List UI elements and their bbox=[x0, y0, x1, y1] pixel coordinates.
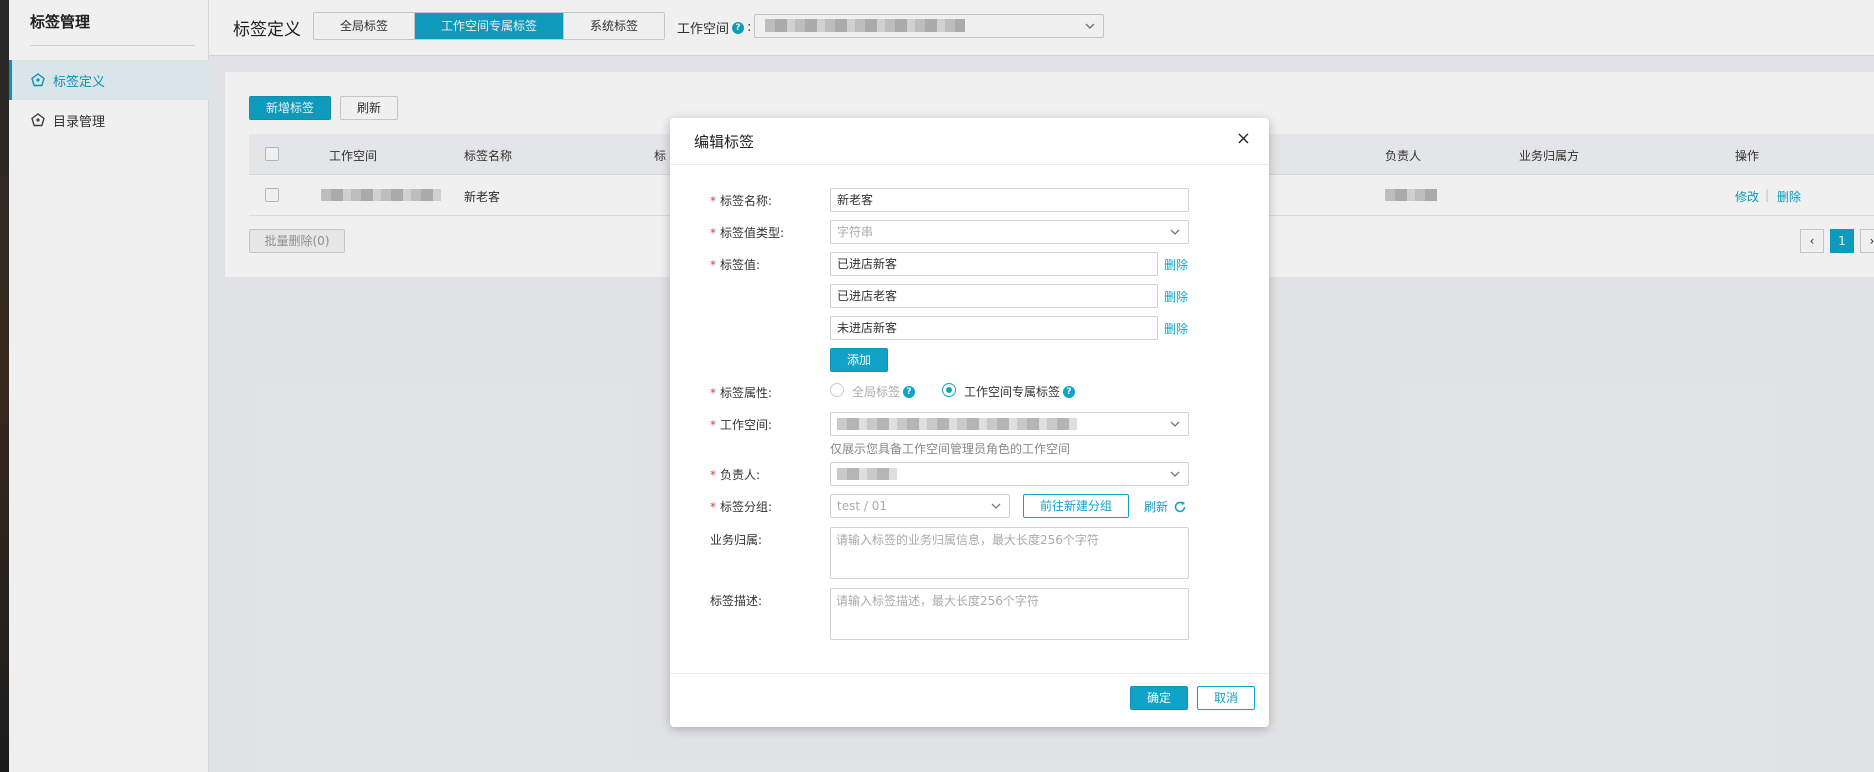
workspace-hint: 仅展示您具备工作空间管理员角色的工作空间 bbox=[830, 442, 1071, 456]
chevron-down-icon bbox=[991, 503, 1001, 509]
chevron-down-icon bbox=[1170, 471, 1180, 477]
cancel-button[interactable]: 取消 bbox=[1197, 686, 1255, 710]
global-tag-option: 全局标签 ? bbox=[852, 383, 918, 400]
dialog-footer-divider bbox=[670, 673, 1269, 674]
workspace-field-select[interactable] bbox=[830, 412, 1189, 436]
chevron-down-icon bbox=[1170, 421, 1180, 427]
workspace-tag-radio[interactable] bbox=[942, 383, 956, 397]
delete-value-link[interactable]: 删除 bbox=[1164, 320, 1188, 337]
chevron-down-icon bbox=[1170, 229, 1180, 235]
tag-group-label: * 标签分组: bbox=[710, 500, 773, 514]
help-icon[interactable]: ? bbox=[1063, 385, 1076, 398]
global-tag-radio[interactable] bbox=[830, 383, 844, 397]
business-label: 业务归属: bbox=[710, 533, 763, 547]
value-type-select[interactable]: 字符串 bbox=[830, 220, 1189, 244]
tag-group-select[interactable]: test / 01 bbox=[830, 494, 1010, 518]
refresh-group-link[interactable]: 刷新 bbox=[1144, 498, 1187, 515]
tag-name-label: * 标签名称: bbox=[710, 194, 773, 208]
owner-label: * 负责人: bbox=[710, 468, 761, 482]
help-icon[interactable]: ? bbox=[903, 385, 916, 398]
tag-value-input[interactable]: 已进店新客 bbox=[830, 252, 1158, 276]
redacted-text bbox=[837, 468, 897, 480]
workspace-tag-option: 工作空间专属标签 ? bbox=[964, 383, 1078, 400]
delete-value-link[interactable]: 删除 bbox=[1164, 288, 1188, 305]
owner-select[interactable] bbox=[830, 462, 1189, 486]
redacted-text bbox=[837, 418, 1077, 430]
tag-values-label: * 标签值: bbox=[710, 258, 761, 272]
value-type-label: * 标签值类型: bbox=[710, 226, 785, 240]
refresh-icon bbox=[1174, 500, 1186, 512]
description-label: 标签描述: bbox=[710, 594, 763, 608]
tag-value-input[interactable]: 已进店老客 bbox=[830, 284, 1158, 308]
confirm-button[interactable]: 确定 bbox=[1130, 686, 1188, 710]
close-icon[interactable]: × bbox=[1236, 128, 1251, 150]
goto-new-group-button[interactable]: 前往新建分组 bbox=[1023, 494, 1129, 518]
tag-attribute-label: * 标签属性: bbox=[710, 386, 773, 400]
workspace-label: * 工作空间: bbox=[710, 418, 773, 432]
add-value-button[interactable]: 添加 bbox=[830, 348, 888, 372]
tag-value-input[interactable]: 未进店新客 bbox=[830, 316, 1158, 340]
business-textarea[interactable]: 请输入标签的业务归属信息，最大长度256个字符 bbox=[830, 527, 1189, 579]
delete-value-link[interactable]: 删除 bbox=[1164, 256, 1188, 273]
dialog-header: 编辑标签 × bbox=[670, 118, 1269, 165]
dialog-title: 编辑标签 bbox=[694, 133, 755, 151]
edit-tag-dialog: 编辑标签 × * 标签名称: 新老客 * 标签值类型: 字符串 * 标签值: 已进店新… bbox=[670, 118, 1269, 727]
tag-name-input[interactable]: 新老客 bbox=[830, 188, 1189, 212]
description-textarea[interactable]: 请输入标签描述，最大长度256个字符 bbox=[830, 588, 1189, 640]
